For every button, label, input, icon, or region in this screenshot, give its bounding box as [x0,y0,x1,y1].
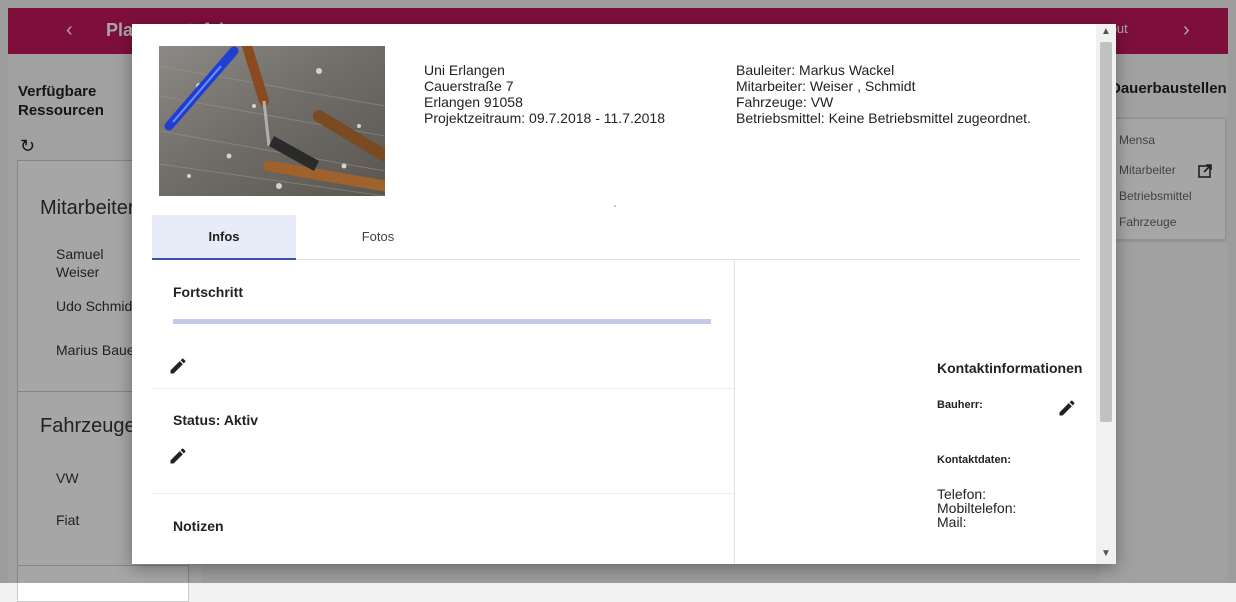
scroll-up-icon[interactable]: ▲ [1101,26,1111,37]
telefon-label: Telefon: [937,486,987,502]
mitarbeiter-text: Mitarbeiter: Weiser , Schmidt [736,78,916,94]
project-street: Cauerstraße 7 [424,78,514,94]
progress-bar [173,319,711,324]
project-detail-dialog: Uni Erlangen Cauerstraße 7 Erlangen 9105… [132,24,1116,564]
edit-contact-icon[interactable] [1057,398,1077,418]
contact-column: Kontaktinformationen Bauherr: Kontaktdat… [735,260,1083,564]
contact-title: Kontaktinformationen [937,360,1083,376]
tools-photo-icon [159,46,385,196]
decorative-dot [614,205,616,207]
betriebsmittel-text: Betriebsmittel: Keine Betriebsmittel zug… [736,110,1031,126]
bauleiter-text: Bauleiter: Markus Wackel [736,62,895,78]
fahrzeuge-text: Fahrzeuge: VW [736,94,834,110]
tab-infos[interactable]: Infos [152,215,296,260]
project-period: Projektzeitraum: 09.7.2018 - 11.7.2018 [424,110,666,126]
notes-title: Notizen [173,518,224,534]
project-name: Uni Erlangen [424,62,505,78]
project-city: Erlangen 91058 [424,94,523,110]
progress-title: Fortschritt [173,284,243,300]
project-address: Uni Erlangen Cauerstraße 7 Erlangen 9105… [424,62,665,126]
project-photo [159,46,385,196]
bauherr-label: Bauherr: [937,399,983,411]
contact-details: Telefon: Mobiltelefon: Mail: [937,487,1016,529]
tab-bar: Infos Fotos [152,215,1080,260]
edit-status-icon[interactable] [168,446,188,466]
scrollbar-thumb[interactable] [1100,42,1112,422]
scroll-down-icon[interactable]: ▼ [1101,548,1111,559]
project-meta: Bauleiter: Markus Wackel Mitarbeiter: We… [736,62,1031,126]
tab-fotos[interactable]: Fotos [306,215,450,258]
info-left-column: Fortschritt Status: Aktiv Notizen [152,260,734,564]
dialog-scrollbar[interactable]: ▲ ▼ [1096,24,1116,564]
mail-label: Mail: [937,514,967,530]
edit-progress-icon[interactable] [168,356,188,376]
divider [152,493,734,494]
divider [152,388,734,389]
status-title: Status: Aktiv [173,412,259,428]
mobiltelefon-label: Mobiltelefon: [937,500,1017,516]
kontaktdaten-label: Kontaktdaten: [937,454,1011,466]
